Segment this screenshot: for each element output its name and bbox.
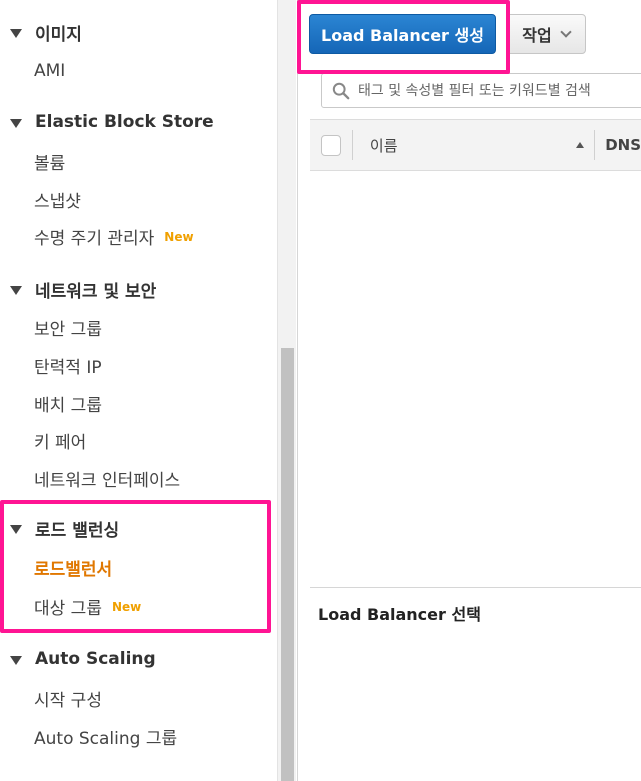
select-all-checkbox[interactable] <box>321 134 341 156</box>
section-title: 이미지 <box>35 25 82 45</box>
sidebar-item-elastic-ips[interactable]: 탄력적 IP <box>34 353 102 378</box>
sidebar-item-load-balancers[interactable]: 로드밸런서 <box>34 555 112 580</box>
sidebar-item-volumes[interactable]: 볼륨 <box>34 149 65 174</box>
sidebar-item-label: 시작 구성 <box>34 691 102 711</box>
section-header-images[interactable]: 이미지 <box>10 20 82 45</box>
search-icon <box>332 82 350 99</box>
column-header-name[interactable]: 이름 <box>370 135 568 156</box>
collapse-triangle-icon <box>10 29 22 38</box>
column-header-dns[interactable]: DNS <box>605 136 641 154</box>
table-header: 이름 DNS <box>310 119 641 171</box>
sidebar-item-launch-configurations[interactable]: 시작 구성 <box>34 686 102 711</box>
main-content <box>297 0 641 781</box>
sidebar-item-network-interfaces[interactable]: 네트워크 인터페이스 <box>34 466 180 491</box>
collapse-triangle-icon <box>10 655 22 665</box>
sidebar-item-label: 볼륨 <box>34 154 66 174</box>
search-input[interactable] <box>358 82 641 99</box>
sidebar-item-ami[interactable]: AMI <box>34 61 65 81</box>
chevron-down-icon <box>560 26 572 38</box>
new-badge: New <box>164 229 194 244</box>
sidebar-item-label: 키 페어 <box>34 433 87 453</box>
sidebar-item-label: AMI <box>34 61 66 81</box>
section-title: Elastic Block Store <box>35 112 214 132</box>
sidebar-item-target-groups[interactable]: 대상 그룹 New <box>34 594 141 619</box>
sidebar-item-label: 탄력적 IP <box>34 358 102 378</box>
section-title: 네트워크 및 보안 <box>35 282 157 302</box>
scrollbar-thumb[interactable] <box>281 348 294 781</box>
sidebar-item-key-pairs[interactable]: 키 페어 <box>34 428 86 453</box>
new-badge: New <box>111 599 142 614</box>
sidebar: 이미지 AMI Elastic Block Store 볼륨 스냅샷 수명 주기… <box>0 0 277 781</box>
sort-ascending-icon[interactable] <box>576 142 585 148</box>
create-load-balancer-button[interactable]: Load Balancer 생성 <box>309 14 496 54</box>
section-header-network-security[interactable]: 네트워크 및 보안 <box>10 277 156 302</box>
section-title: 로드 밸런싱 <box>35 521 120 541</box>
sidebar-item-placement-groups[interactable]: 배치 그룹 <box>34 391 102 416</box>
collapse-triangle-icon <box>10 118 22 128</box>
sidebar-item-label: 네트워크 인터페이스 <box>34 471 181 491</box>
sidebar-item-label: 수명 주기 관리자 <box>34 229 155 249</box>
sidebar-item-label: 로드밸런서 <box>34 560 113 580</box>
pane-divider[interactable] <box>310 587 641 588</box>
collapse-triangle-icon <box>10 525 22 534</box>
section-header-auto-scaling[interactable]: Auto Scaling <box>10 649 156 669</box>
section-header-ebs[interactable]: Elastic Block Store <box>10 112 214 132</box>
actions-label: 작업 <box>522 26 552 45</box>
search-box[interactable] <box>321 73 641 108</box>
sidebar-item-lifecycle-manager[interactable]: 수명 주기 관리자 New <box>34 224 194 249</box>
sidebar-item-label: Auto Scaling 그룹 <box>34 729 178 749</box>
sidebar-scrollbar[interactable] <box>277 0 296 781</box>
column-divider <box>594 130 596 160</box>
sidebar-item-label: 스냅샷 <box>34 192 81 212</box>
actions-dropdown-button[interactable]: 작업 <box>506 14 586 54</box>
sidebar-item-label: 대상 그룹 <box>34 599 102 619</box>
detail-pane-title: Load Balancer 선택 <box>318 605 481 624</box>
sidebar-item-auto-scaling-groups[interactable]: Auto Scaling 그룹 <box>34 724 177 749</box>
sidebar-item-label: 배치 그룹 <box>34 396 102 416</box>
section-title: Auto Scaling <box>35 649 156 669</box>
sidebar-item-label: 보안 그룹 <box>34 320 102 340</box>
column-divider <box>351 130 353 160</box>
sidebar-item-security-groups[interactable]: 보안 그룹 <box>34 315 102 340</box>
collapse-triangle-icon <box>10 286 22 295</box>
section-header-load-balancing[interactable]: 로드 밸런싱 <box>10 516 119 541</box>
sidebar-item-snapshots[interactable]: 스냅샷 <box>34 187 81 212</box>
